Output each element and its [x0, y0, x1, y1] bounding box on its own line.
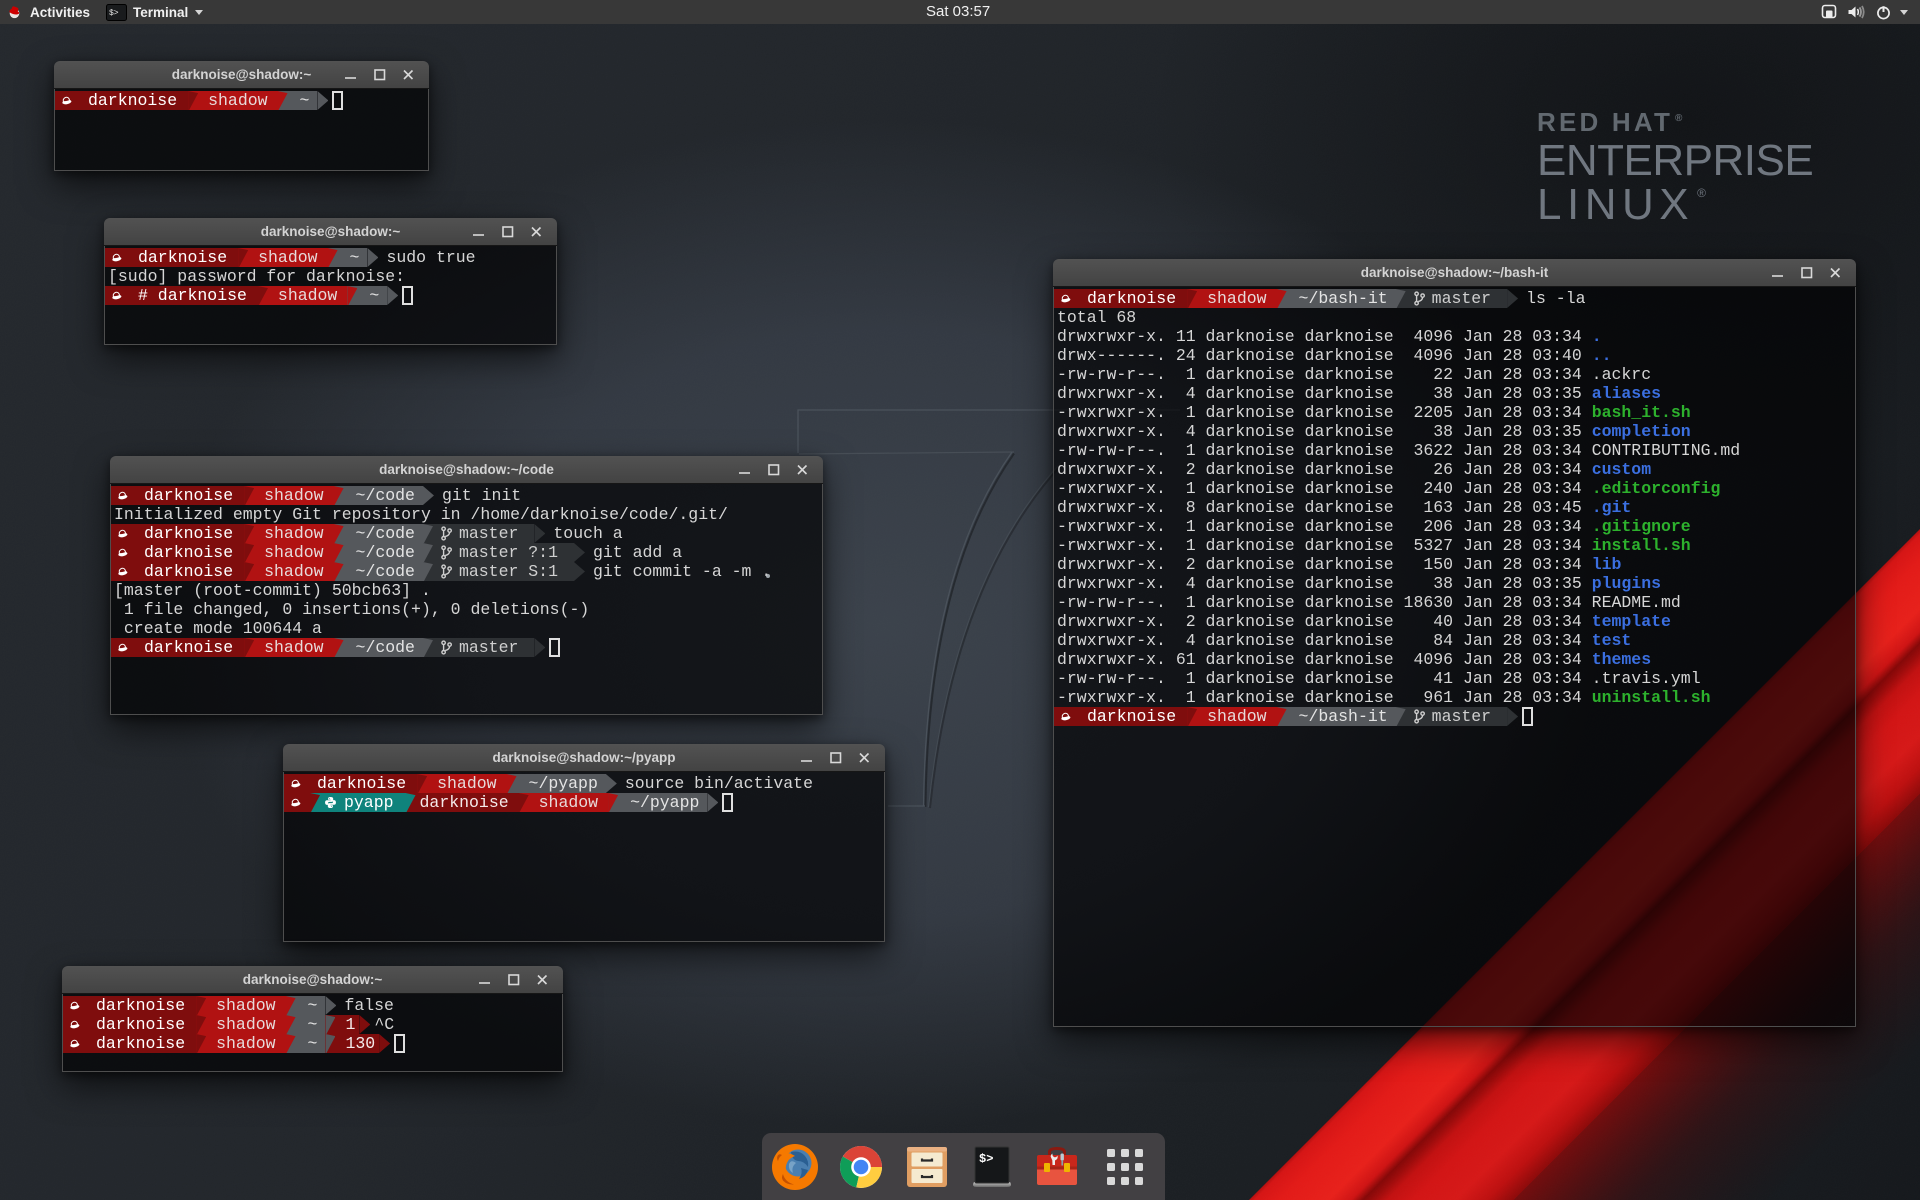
svg-text:$>: $> — [979, 1152, 993, 1166]
svg-text:$>: $> — [109, 9, 119, 18]
